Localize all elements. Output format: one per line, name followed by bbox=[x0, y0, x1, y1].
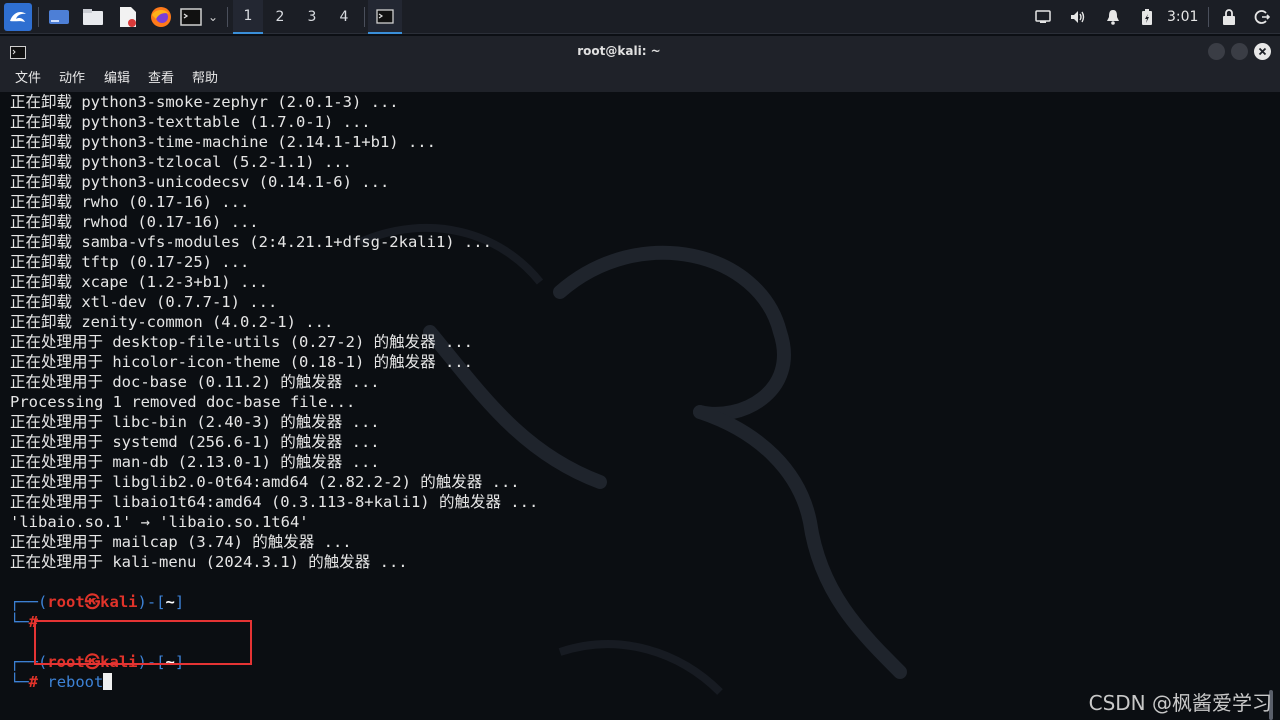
output-line: 正在卸载 python3-time-machine (2.14.1-1+b1) … bbox=[10, 133, 436, 151]
display-icon[interactable] bbox=[1033, 5, 1053, 29]
desktop-icon[interactable] bbox=[47, 5, 71, 29]
output-line: 正在卸载 rwhod (0.17-16) ... bbox=[10, 213, 259, 231]
maximize-button[interactable] bbox=[1231, 43, 1248, 60]
workspace-2[interactable]: 2 bbox=[265, 0, 295, 34]
menu-file[interactable]: 文件 bbox=[15, 66, 41, 92]
lock-icon[interactable] bbox=[1219, 5, 1239, 29]
output-line: 正在卸载 python3-tzlocal (5.2-1.1) ... bbox=[10, 153, 352, 171]
text-editor-icon[interactable] bbox=[116, 5, 140, 29]
command-line[interactable]: └─# reboot bbox=[10, 672, 113, 692]
menu-edit[interactable]: 编辑 bbox=[104, 66, 130, 92]
output-line: 正在处理用于 systemd (256.6-1) 的触发器 ... bbox=[10, 433, 380, 451]
menu-view[interactable]: 查看 bbox=[148, 66, 174, 92]
output-line: 正在处理用于 kali-menu (2024.3.1) 的触发器 ... bbox=[10, 553, 408, 571]
output-line: 正在处理用于 mailcap (3.74) 的触发器 ... bbox=[10, 533, 352, 551]
window-title: root@kali: ~ bbox=[577, 44, 661, 58]
menu-help[interactable]: 帮助 bbox=[192, 66, 218, 92]
logout-icon[interactable] bbox=[1251, 5, 1273, 29]
workspace-1[interactable]: 1 bbox=[233, 0, 263, 34]
output-line: 正在处理用于 hicolor-icon-theme (0.18-1) 的触发器 … bbox=[10, 353, 473, 371]
output-line: 正在处理用于 libglib2.0-0t64:amd64 (2.82.2-2) … bbox=[10, 473, 520, 491]
output-line: 正在卸载 samba-vfs-modules (2:4.21.1+dfsg-2k… bbox=[10, 233, 492, 251]
taskbar: ⌄ 1 2 3 4 3:01 bbox=[0, 0, 1280, 34]
file-manager-icon[interactable] bbox=[81, 5, 105, 29]
kali-menu-icon[interactable] bbox=[4, 3, 32, 31]
output-line: 正在卸载 python3-texttable (1.7.0-1) ... bbox=[10, 113, 371, 131]
watermark: CSDN @枫酱爱学习 bbox=[1088, 691, 1272, 715]
terminal-task-icon[interactable] bbox=[368, 0, 402, 34]
text-cursor bbox=[103, 673, 113, 690]
output-line: 正在卸载 xcape (1.2-3+b1) ... bbox=[10, 273, 268, 291]
output-line: 正在卸载 tftp (0.17-25) ... bbox=[10, 253, 250, 271]
clock[interactable]: 3:01 bbox=[1167, 0, 1198, 34]
output-line: 正在处理用于 doc-base (0.11.2) 的触发器 ... bbox=[10, 373, 380, 391]
menu-actions[interactable]: 动作 bbox=[59, 66, 85, 92]
notification-icon[interactable] bbox=[1103, 5, 1123, 29]
close-button[interactable] bbox=[1254, 43, 1271, 60]
output-line: 正在卸载 zenity-common (4.0.2-1) ... bbox=[10, 313, 334, 331]
title-bar[interactable]: root@kali: ~ bbox=[0, 36, 1280, 66]
typed-command: reboot bbox=[47, 673, 104, 691]
output-line: 'libaio.so.1' → 'libaio.so.1t64' bbox=[10, 513, 309, 531]
workspace-3[interactable]: 3 bbox=[297, 0, 327, 34]
battery-icon[interactable] bbox=[1137, 5, 1157, 29]
output-line: Processing 1 removed doc-base file... bbox=[10, 393, 356, 411]
minimize-button[interactable] bbox=[1208, 43, 1225, 60]
output-line: 正在卸载 python3-unicodecsv (0.14.1-6) ... bbox=[10, 173, 390, 191]
output-line: 正在处理用于 libaio1t64:amd64 (0.3.113-8+kali1… bbox=[10, 493, 539, 511]
terminal-icon[interactable] bbox=[179, 5, 203, 29]
output-line: 正在卸载 rwho (0.17-16) ... bbox=[10, 193, 250, 211]
terminal-window: root@kali: ~ 文件 动作 编辑 查看 帮助 正在卸载 python3… bbox=[0, 36, 1280, 720]
workspace-4[interactable]: 4 bbox=[329, 0, 359, 34]
highlight-box bbox=[34, 620, 252, 665]
output-line: 正在卸载 python3-smoke-zephyr (2.0.1-3) ... bbox=[10, 93, 399, 111]
chevron-down-icon[interactable]: ⌄ bbox=[205, 5, 221, 29]
firefox-icon[interactable] bbox=[149, 5, 173, 29]
output-line: 正在卸载 xtl-dev (0.7.7-1) ... bbox=[10, 293, 278, 311]
output-line: 正在处理用于 man-db (2.13.0-1) 的触发器 ... bbox=[10, 453, 380, 471]
output-line: 正在处理用于 libc-bin (2.40-3) 的触发器 ... bbox=[10, 413, 380, 431]
volume-icon[interactable] bbox=[1067, 5, 1089, 29]
menu-bar: 文件 动作 编辑 查看 帮助 bbox=[0, 66, 1280, 92]
prompt-header: ┌──(root㉿kali)-[~] bbox=[10, 593, 185, 611]
output-line: 正在处理用于 desktop-file-utils (0.27-2) 的触发器 … bbox=[10, 333, 473, 351]
